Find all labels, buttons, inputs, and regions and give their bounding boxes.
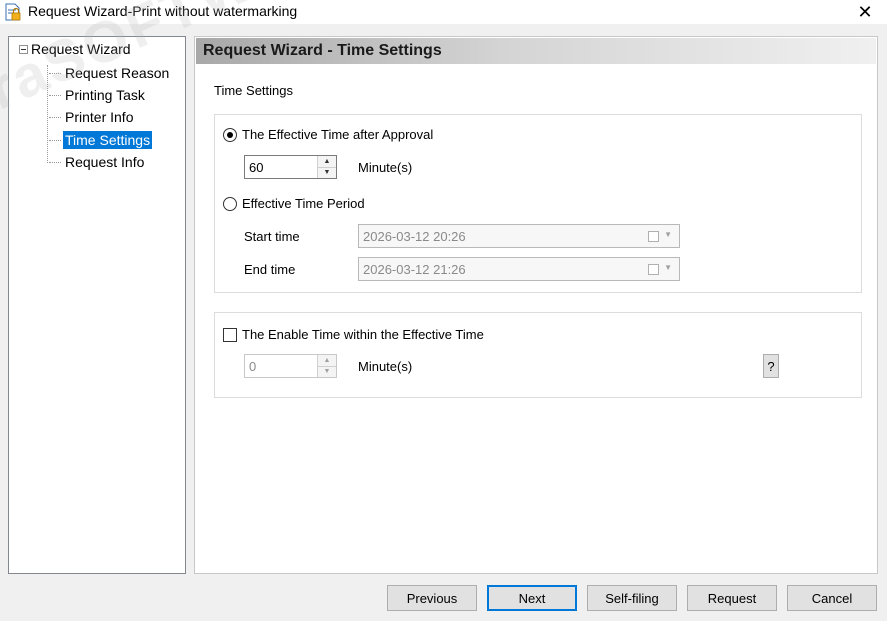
tree-item-label: Request Info: [65, 154, 145, 170]
section-label: Time Settings: [214, 83, 293, 98]
cancel-button[interactable]: Cancel: [787, 585, 877, 611]
content-panel: Request Wizard - Time Settings Time Sett…: [194, 36, 878, 574]
tree-item-label: Printer Info: [65, 109, 134, 125]
previous-button[interactable]: Previous: [387, 585, 477, 611]
tree-root-label: Request Wizard: [31, 41, 131, 57]
self-filing-button[interactable]: Self-filing: [587, 585, 677, 611]
effective-after-approval-radio[interactable]: [223, 128, 237, 142]
enable-minutes-stepper[interactable]: ▲ ▼: [244, 354, 337, 378]
calendar-icon[interactable]: [648, 264, 659, 275]
tree-item-label: Time Settings: [63, 131, 153, 149]
chevron-down-icon[interactable]: ▼: [664, 230, 672, 239]
enable-time-label[interactable]: The Enable Time within the Effective Tim…: [242, 327, 484, 342]
tree-item-time-settings[interactable]: Time Settings: [49, 131, 153, 149]
start-time-label: Start time: [244, 229, 300, 244]
start-time-value: 2026-03-12 20:26: [363, 229, 466, 244]
tree-root-request-wizard[interactable]: Request Wizard: [19, 41, 131, 57]
window-title: Request Wizard-Print without watermarkin…: [28, 3, 298, 19]
title-bar: Request Wizard-Print without watermarkin…: [0, 0, 887, 24]
tree-item-label: Printing Task: [65, 87, 145, 103]
effective-period-label[interactable]: Effective Time Period: [242, 196, 365, 211]
page-title: Request Wizard - Time Settings: [203, 42, 442, 59]
document-lock-icon: [5, 3, 21, 21]
request-button[interactable]: Request: [687, 585, 777, 611]
help-button[interactable]: ?: [763, 354, 779, 378]
tree-item-label: Request Reason: [65, 65, 170, 81]
tree-item-printer-info[interactable]: Printer Info: [49, 108, 135, 126]
effective-minutes-stepper[interactable]: ▲ ▼: [244, 155, 337, 179]
start-time-picker[interactable]: 2026-03-12 20:26 ▼: [358, 224, 680, 248]
wizard-tree: Request Wizard Request Reason Printing T…: [8, 36, 186, 574]
effective-period-radio[interactable]: [223, 197, 237, 211]
effective-minutes-input[interactable]: [245, 156, 323, 178]
end-time-picker[interactable]: 2026-03-12 21:26 ▼: [358, 257, 680, 281]
chevron-down-icon[interactable]: ▼: [664, 263, 672, 272]
next-button[interactable]: Next: [487, 585, 577, 611]
enable-time-checkbox[interactable]: [223, 328, 237, 342]
tree-item-request-info[interactable]: Request Info: [49, 153, 146, 171]
close-button[interactable]: ✕: [850, 0, 880, 24]
end-time-value: 2026-03-12 21:26: [363, 262, 466, 277]
tree-item-request-reason[interactable]: Request Reason: [49, 64, 171, 82]
end-time-label: End time: [244, 262, 296, 277]
enable-minutes-input[interactable]: [245, 355, 323, 377]
tree-connector-line: [47, 65, 48, 163]
tree-item-printing-task[interactable]: Printing Task: [49, 86, 147, 104]
page-header: Request Wizard - Time Settings: [196, 38, 876, 64]
spin-down-icon[interactable]: ▼: [318, 366, 336, 377]
help-icon: ?: [767, 358, 775, 374]
calendar-icon[interactable]: [648, 231, 659, 242]
close-icon: ✕: [857, 1, 873, 22]
spin-down-icon[interactable]: ▼: [318, 167, 336, 178]
enable-time-group: The Enable Time within the Effective Tim…: [214, 312, 862, 398]
enable-minutes-unit: Minute(s): [358, 359, 413, 374]
effective-time-group: The Effective Time after Approval ▲ ▼ Mi…: [214, 114, 862, 293]
effective-minutes-unit: Minute(s): [358, 160, 413, 175]
effective-after-approval-label[interactable]: The Effective Time after Approval: [242, 127, 433, 142]
collapse-icon[interactable]: [19, 44, 28, 54]
